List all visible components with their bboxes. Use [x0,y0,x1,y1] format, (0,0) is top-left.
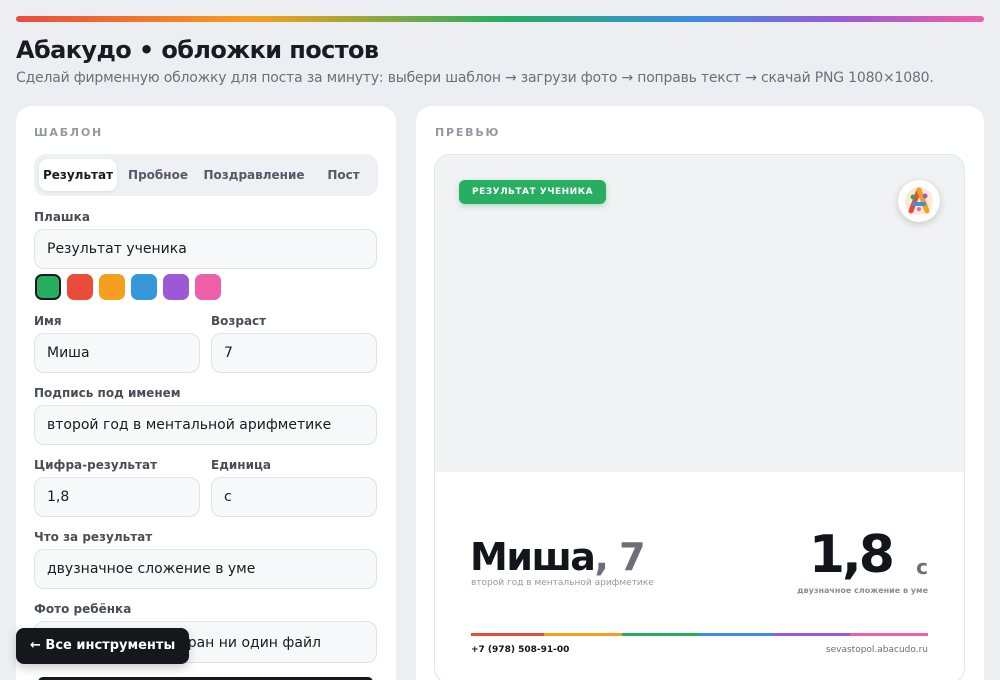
result-field-label: Цифра-результат [34,458,158,472]
age-input[interactable] [211,333,377,373]
abacudo-logo-icon [898,180,940,222]
preview-what: двузначное сложение в уме [797,586,928,595]
caption-input[interactable] [34,405,377,445]
section-label-template: ШАБЛОН [34,126,103,139]
preview-site: sevastopol.abacudo.ru [825,645,928,655]
result-input[interactable] [34,477,200,517]
name-field-label: Имя [34,314,62,328]
template-tabs: Результат Пробное Поздравление Пост [34,154,378,196]
swatch-red[interactable] [67,274,93,300]
preview-rainbow-line [471,633,928,636]
preview-caption: второй год в ментальной арифметике [471,578,654,588]
back-to-tools-button[interactable]: ← Все инструменты [16,628,190,664]
preview-phone: +7 (978) 508-91-00 [471,645,570,655]
tab-trial[interactable]: Пробное [122,159,194,191]
badge-input[interactable] [34,229,377,269]
swatch-green[interactable] [35,274,61,300]
template-form-card: ШАБЛОН Результат Пробное Поздравление По… [16,106,396,680]
unit-field-label: Единица [211,458,271,472]
what-input[interactable] [34,549,377,589]
age-field-label: Возраст [211,314,267,328]
swatch-pink[interactable] [195,274,221,300]
tab-post[interactable]: Пост [314,159,373,191]
unit-input[interactable] [211,477,377,517]
tab-result[interactable]: Результат [39,159,117,191]
page-title: Абакудо • обложки постов [16,36,379,64]
rainbow-bar [16,16,984,22]
what-field-label: Что за результат [34,530,153,544]
name-input[interactable] [34,333,200,373]
swatch-blue[interactable] [131,274,157,300]
caption-field-label: Подпись под именем [34,386,181,400]
preview-card: ПРЕВЬЮ РЕЗУЛЬТАТ УЧЕНИКА Миша, 7 второй … [416,106,984,680]
file-status-text: ыбран ни один файл [168,635,322,651]
swatch-orange[interactable] [99,274,125,300]
tab-congrats[interactable]: Поздравление [199,159,309,191]
preview-unit: с [916,555,928,579]
badge-field-label: Плашка [34,210,90,224]
preview-name: Миша, 7 [470,535,646,579]
cover-preview: РЕЗУЛЬТАТ УЧЕНИКА Миша, 7 второй год в м… [434,154,965,680]
page-subtitle: Сделай фирменную обложку для поста за ми… [16,70,934,86]
section-label-preview: ПРЕВЬЮ [435,126,501,139]
swatch-purple[interactable] [163,274,189,300]
photo-field-label: Фото ребёнка [34,602,132,616]
preview-badge: РЕЗУЛЬТАТ УЧЕНИКА [459,180,607,204]
preview-result: 1,8 [808,525,895,585]
